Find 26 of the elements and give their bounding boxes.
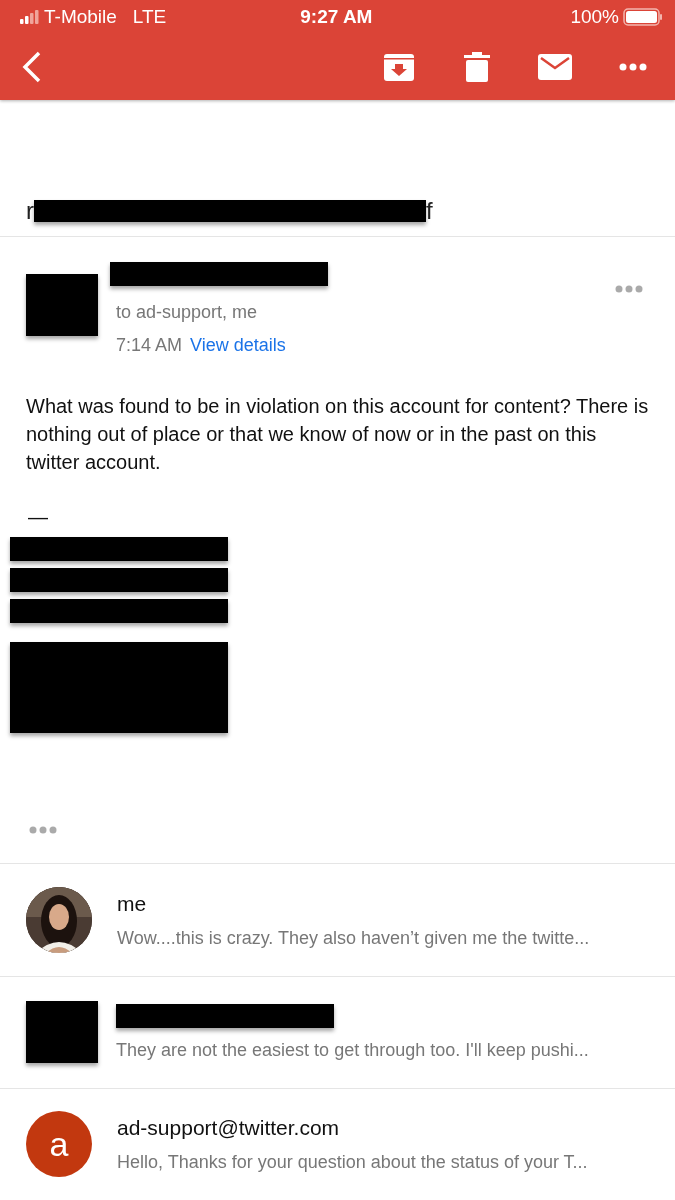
network-type: LTE	[132, 6, 167, 28]
sender-name: me	[117, 891, 148, 916]
message-snippet: Hello, Thanks for your question about the status of your T...	[117, 1151, 588, 1173]
clock: 9:27 AM	[300, 6, 373, 28]
message-snippet: Wow....this is crazy. They also haven’t given me the twitte...	[117, 927, 590, 949]
signature-dash: —	[28, 506, 49, 530]
battery-icon	[623, 8, 663, 26]
subject-text: f	[426, 197, 433, 226]
show-trimmed-icon[interactable]	[29, 826, 57, 835]
message-time: 7:14 AM	[116, 335, 183, 357]
avatar: a	[26, 1111, 92, 1178]
message-snippet: They are not the easiest to get through too. I'll keep pushi...	[116, 1039, 589, 1061]
thread-item[interactable]: They are not the easiest to get through too. I'll keep pushi...	[0, 975, 675, 1088]
view-details-link[interactable]: View details	[190, 335, 286, 357]
message-body: What was found to be in violation on this account for content? There is nothing out of place or that we know of now or in the past on this twitter account.	[26, 394, 649, 476]
more-icon[interactable]	[615, 285, 643, 294]
battery-percent: 100%	[570, 6, 619, 28]
thread-item[interactable]: me Wow....this is crazy. They also haven’t given me the twitte...	[0, 863, 675, 976]
signal-icon	[20, 10, 40, 24]
redaction-block	[26, 1001, 98, 1064]
thread-item[interactable]: a ad-support@twitter.com Hello, Thanks for your question about the status of your T...	[0, 1087, 675, 1200]
carrier-name: T-Mobile	[44, 6, 117, 28]
recipients-text: to ad-support, me	[116, 302, 259, 324]
subject-text: r	[26, 197, 34, 226]
redaction-block	[26, 274, 98, 337]
sender-name: ad-support@twitter.com	[117, 1115, 341, 1140]
